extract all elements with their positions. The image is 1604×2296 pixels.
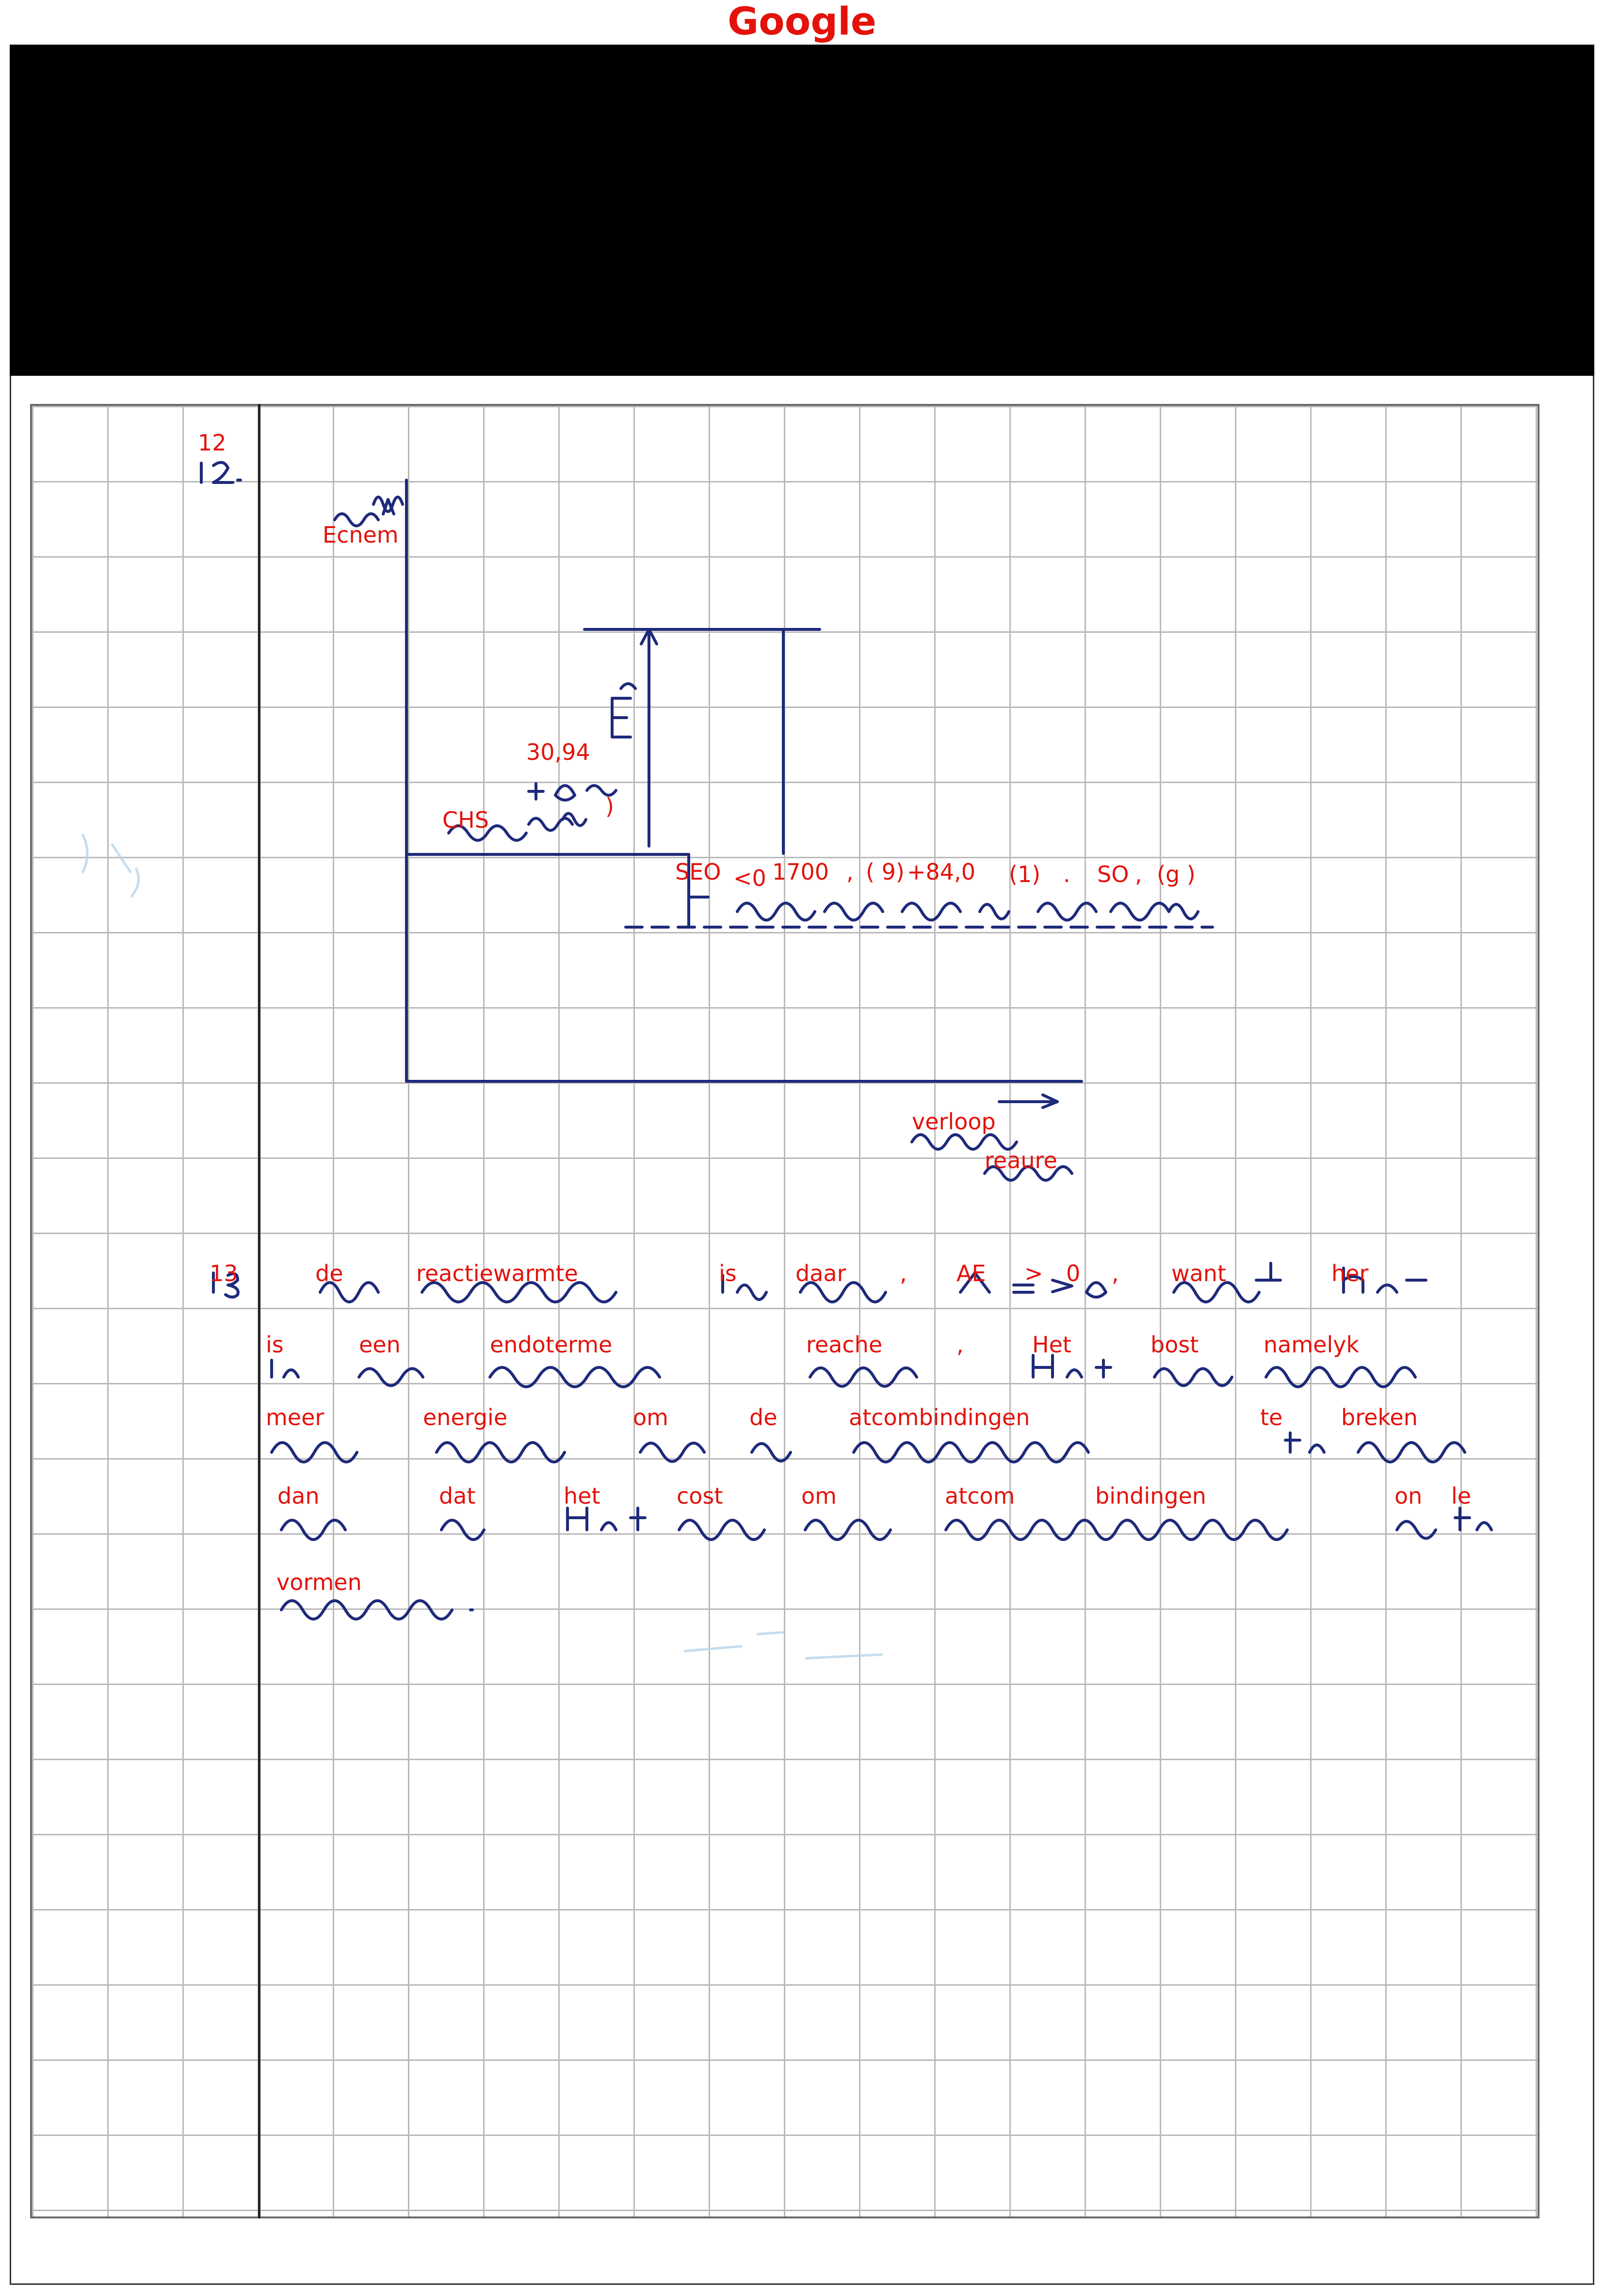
ocr-word: is (719, 1260, 737, 1286)
ocr-word: , (956, 1332, 964, 1358)
ocr-word: energie (423, 1404, 508, 1430)
ocr-word: namelyk (1264, 1332, 1360, 1358)
handwriting-layer (81, 461, 1493, 1660)
ocr-word: 0 (1066, 1260, 1081, 1286)
eact-arrow (640, 628, 658, 848)
ocr-word: , (900, 1260, 907, 1286)
ocr-word: atcom (945, 1483, 1015, 1509)
ocr-word: atcombindingen (849, 1404, 1030, 1430)
ocr-word: cost (677, 1483, 723, 1509)
ocr-word: (1) (1009, 861, 1041, 887)
ocr-word: ( 9) (866, 859, 905, 885)
ocr-word: bindingen (1095, 1483, 1206, 1509)
ocr-word: de (749, 1404, 778, 1430)
ocr-word: het (564, 1483, 600, 1509)
ocr-word: 30,94 (526, 739, 590, 765)
smudge-left (81, 833, 140, 898)
ocr-word: +84,0 (907, 859, 975, 885)
ocr-word: verloop (912, 1108, 996, 1135)
ocr-word: (g ) (1157, 861, 1196, 887)
ocr-word: , (1112, 1260, 1119, 1286)
ocr-word: , (1135, 861, 1142, 887)
smudge-bottom (683, 1631, 883, 1660)
ocr-word: endoterme (490, 1332, 613, 1358)
ocr-word: reactiewarmte (416, 1260, 578, 1286)
ocr-word: <0 (733, 865, 766, 891)
ocr-word: dat (439, 1483, 476, 1509)
ocr-word: dan (277, 1483, 320, 1509)
ocr-word: Het (1032, 1332, 1071, 1358)
ocr-word: vormen (276, 1569, 362, 1595)
ocr-word: 12 (198, 430, 227, 456)
ocr-word: om (801, 1483, 837, 1509)
ocr-word: on (1394, 1483, 1423, 1509)
line-energie-scribble (270, 1431, 1466, 1463)
ocr-word: ) (605, 793, 614, 819)
ocr-word: SEO (675, 859, 721, 885)
ocr-word: is (266, 1332, 284, 1358)
ocr-word: reaure (985, 1147, 1057, 1173)
ocr-word: reache (806, 1332, 883, 1358)
ocr-word: want (1171, 1260, 1227, 1286)
ocr-word: CHS (442, 807, 489, 833)
ocr-word: , (846, 859, 854, 885)
o2-scribble (527, 782, 617, 802)
ocr-word: te (1260, 1404, 1283, 1430)
ocr-word: SO (1097, 861, 1129, 887)
ocr-word: meer (266, 1404, 324, 1430)
product-scribble (687, 896, 1199, 922)
axis-arrow-right (998, 1093, 1059, 1109)
eact-scribble (611, 682, 637, 739)
ocr-word: daar (795, 1260, 846, 1286)
ocr-word: her (1331, 1260, 1369, 1286)
line-vormen-scribble (280, 1599, 474, 1621)
q12-scribble (200, 461, 242, 484)
ocr-word: breken (1341, 1404, 1418, 1430)
ocr-word: > (1024, 1260, 1043, 1286)
ocr-word: de (315, 1260, 343, 1286)
ocr-word: AE (956, 1260, 986, 1286)
ocr-word: Ecnem (323, 522, 399, 548)
ocr-word: . (1063, 861, 1070, 887)
ocr-word: bost (1150, 1332, 1199, 1358)
ocr-word: 1700 (772, 859, 829, 885)
ocr-word: een (359, 1332, 401, 1358)
line-endoterme-scribble (270, 1354, 1417, 1388)
ocr-word: le (1451, 1483, 1472, 1509)
ocr-word: 13 (210, 1260, 238, 1286)
ocr-word: om (633, 1404, 668, 1430)
line-cost-scribble (280, 1507, 1493, 1541)
